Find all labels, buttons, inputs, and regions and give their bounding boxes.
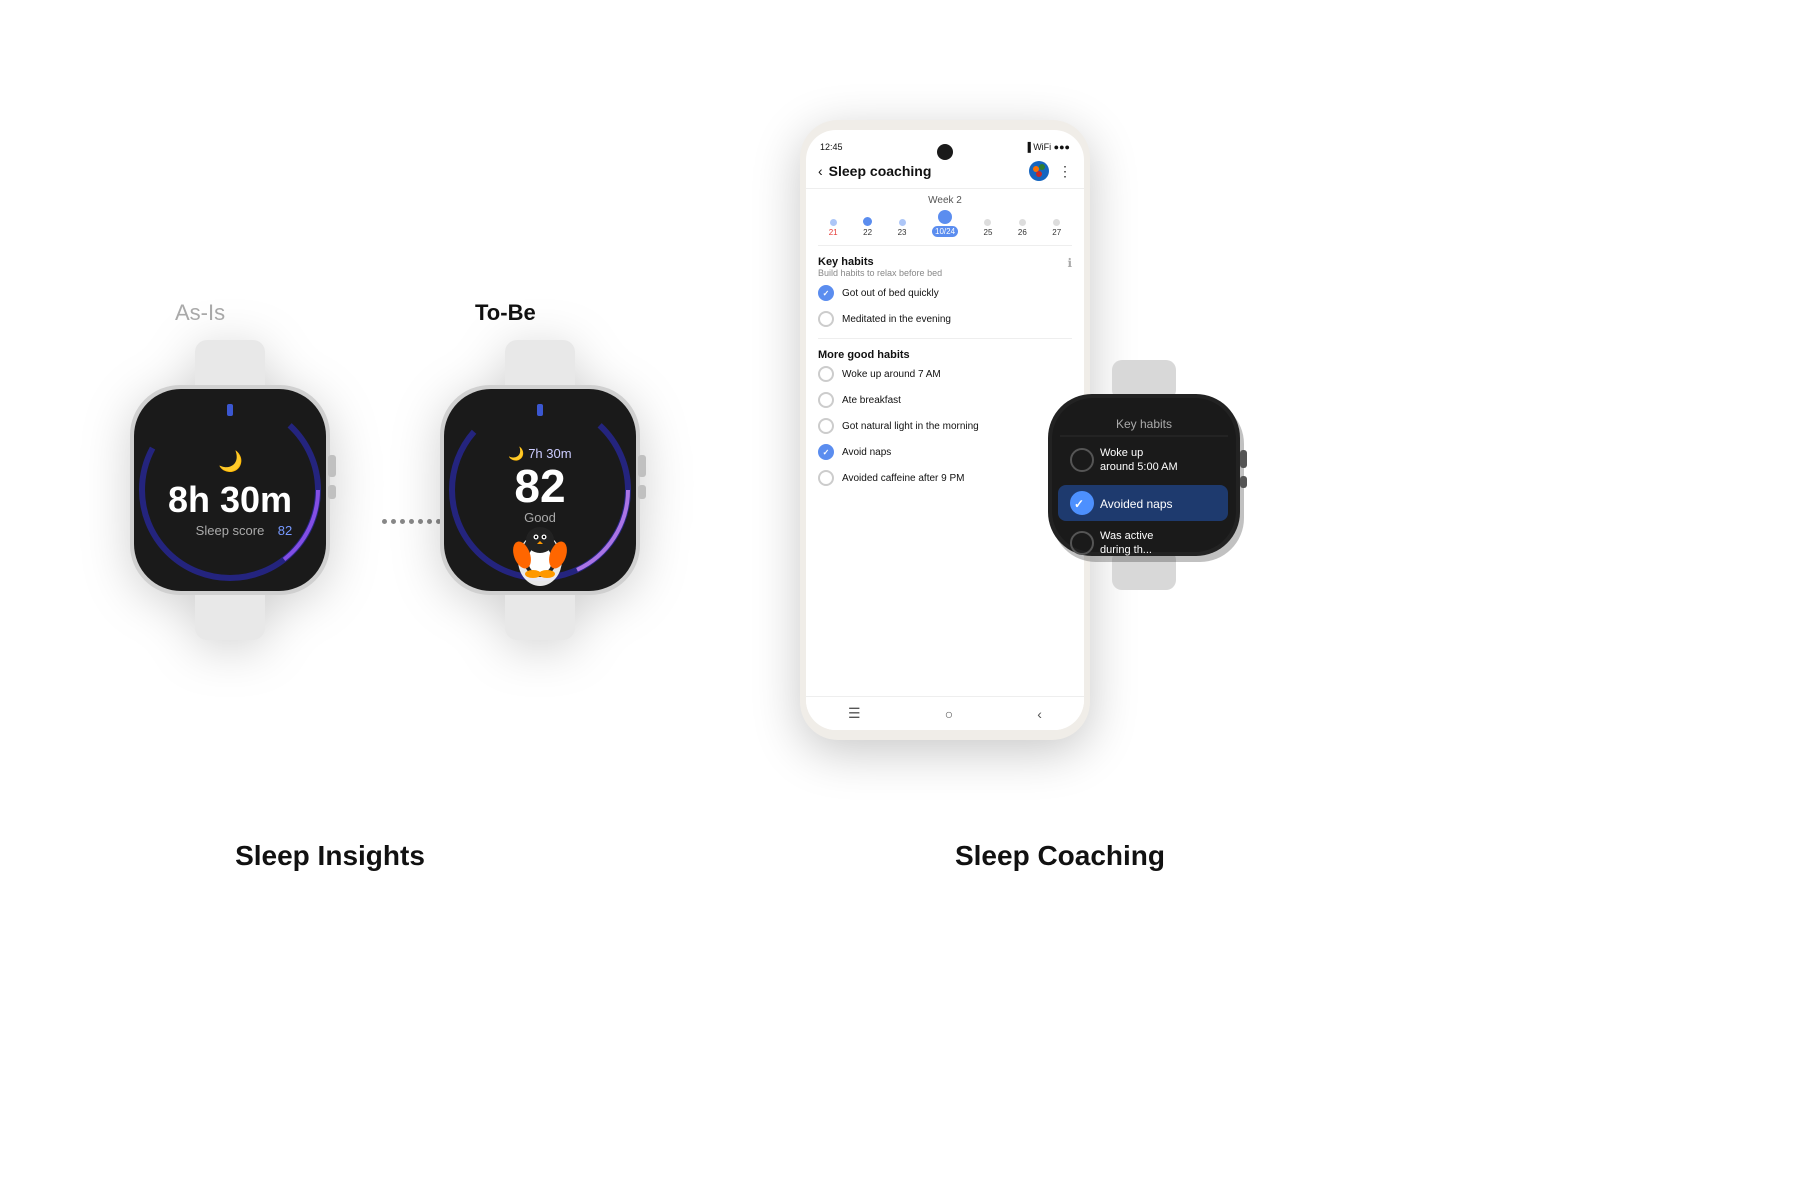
svg-text:Was active: Was active bbox=[1100, 530, 1153, 542]
cal-day-23[interactable]: 23 bbox=[898, 219, 907, 237]
cal-day-27[interactable]: 27 bbox=[1052, 219, 1061, 237]
watch-to-be-svg: 🌙 7h 30m 82 Good bbox=[410, 340, 670, 640]
svg-text:Good: Good bbox=[524, 510, 556, 525]
cal-day-25[interactable]: 25 bbox=[984, 219, 993, 237]
svg-text:82: 82 bbox=[278, 523, 292, 538]
key-habits-subtitle: Build habits to relax before bed bbox=[818, 268, 942, 278]
cal-day-26[interactable]: 26 bbox=[1018, 219, 1027, 237]
status-time: 12:45 bbox=[820, 142, 843, 152]
svg-text:around 5:00 AM: around 5:00 AM bbox=[1100, 461, 1178, 473]
key-habits-title: Key habits bbox=[818, 256, 942, 268]
divider-1 bbox=[818, 245, 1072, 246]
week-label: Week 2 bbox=[806, 189, 1084, 210]
divider-2 bbox=[818, 338, 1072, 339]
back-button[interactable]: ‹ bbox=[818, 163, 823, 179]
habit-check-1[interactable] bbox=[818, 285, 834, 301]
sleep-coaching-label: Sleep Coaching bbox=[810, 840, 1310, 872]
sleep-insights-label: Sleep Insights bbox=[50, 840, 610, 872]
watch-as-is: 🌙 8h 30m Sleep score 82 bbox=[100, 340, 360, 645]
svg-text:82: 82 bbox=[514, 460, 565, 512]
more-habit-check-2[interactable] bbox=[818, 392, 834, 408]
svg-text:✓: ✓ bbox=[1074, 497, 1084, 511]
svg-text:during th...: during th... bbox=[1100, 544, 1152, 556]
habit-row-2[interactable]: Meditated in the evening bbox=[818, 306, 1072, 332]
habit-text-1: Got out of bed quickly bbox=[842, 288, 939, 299]
cal-day-22[interactable]: 22 bbox=[863, 217, 872, 237]
phone-bottom-nav: ☰ ○ ‹ bbox=[806, 696, 1084, 730]
svg-text:Woke up: Woke up bbox=[1100, 447, 1143, 459]
habit-row-1[interactable]: Got out of bed quickly bbox=[818, 280, 1072, 306]
cal-day-1024[interactable]: 10/24 bbox=[932, 210, 958, 237]
more-habit-check-1[interactable] bbox=[818, 366, 834, 382]
phone-app-title: Sleep coaching bbox=[829, 163, 1028, 179]
more-habit-text-2: Ate breakfast bbox=[842, 395, 901, 406]
more-options-button[interactable]: ⋮ bbox=[1058, 163, 1072, 180]
phone-camera bbox=[937, 144, 953, 160]
key-habits-section: Key habits Build habits to relax before … bbox=[806, 250, 1084, 334]
habit-check-2[interactable] bbox=[818, 311, 834, 327]
more-habit-text-4: Avoid naps bbox=[842, 447, 891, 458]
info-icon[interactable]: ℹ bbox=[1067, 256, 1072, 270]
svg-text:Sleep score: Sleep score bbox=[196, 523, 265, 538]
watch-to-be: 🌙 7h 30m 82 Good bbox=[410, 340, 670, 645]
svg-text:8h 30m: 8h 30m bbox=[168, 479, 292, 520]
more-habit-check-4[interactable] bbox=[818, 444, 834, 460]
phone-header: ‹ Sleep coaching ⋮ bbox=[806, 156, 1084, 189]
watch-overlay: Key habits Woke up around 5:00 AM ✓ Avoi… bbox=[1030, 360, 1260, 590]
svg-text:🌙: 🌙 bbox=[218, 449, 243, 473]
more-habit-text-3: Got natural light in the morning bbox=[842, 421, 979, 432]
more-habit-check-3[interactable] bbox=[818, 418, 834, 434]
more-habit-text-1: Woke up around 7 AM bbox=[842, 369, 941, 380]
nav-menu-icon[interactable]: ☰ bbox=[848, 705, 861, 722]
calendar-row[interactable]: 21 22 23 10/24 25 bbox=[806, 210, 1084, 241]
header-icons: ⋮ bbox=[1028, 160, 1072, 182]
watch-as-is-svg: 🌙 8h 30m Sleep score 82 bbox=[100, 340, 360, 640]
as-is-label: As-Is bbox=[175, 300, 225, 326]
brand-icon bbox=[1028, 160, 1050, 182]
nav-back-icon[interactable]: ‹ bbox=[1037, 706, 1042, 722]
more-habit-text-5: Avoided caffeine after 9 PM bbox=[842, 473, 965, 484]
more-habit-check-5[interactable] bbox=[818, 470, 834, 486]
svg-text:Key habits: Key habits bbox=[1116, 417, 1172, 431]
habit-text-2: Meditated in the evening bbox=[842, 314, 951, 325]
cal-day-21[interactable]: 21 bbox=[829, 219, 838, 237]
watch-overlay-svg: Key habits Woke up around 5:00 AM ✓ Avoi… bbox=[1030, 360, 1260, 590]
key-habits-header: Key habits Build habits to relax before … bbox=[818, 256, 1072, 278]
svg-text:Avoided naps: Avoided naps bbox=[1100, 497, 1173, 511]
status-icons: ▐ WiFi ●●● bbox=[1024, 142, 1070, 152]
key-habits-title-group: Key habits Build habits to relax before … bbox=[818, 256, 942, 278]
to-be-label: To-Be bbox=[475, 300, 536, 326]
nav-home-icon[interactable]: ○ bbox=[945, 706, 953, 722]
